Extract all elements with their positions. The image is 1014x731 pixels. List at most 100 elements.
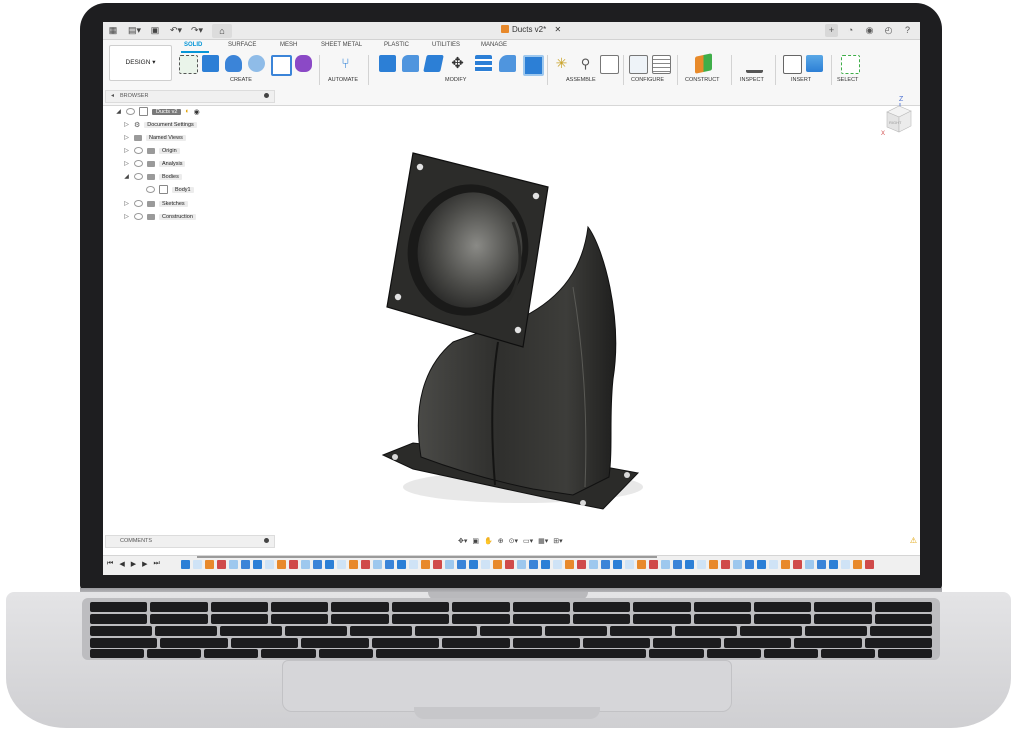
timeline-feature-icon[interactable] — [373, 560, 382, 569]
timeline-feature-icon[interactable] — [829, 560, 838, 569]
timeline-feature-icon[interactable] — [529, 560, 538, 569]
timeline-feature-icon[interactable] — [553, 560, 562, 569]
timeline-feature-icon[interactable] — [589, 560, 598, 569]
timeline-feature-icon[interactable] — [457, 560, 466, 569]
look-at-icon[interactable]: ▣ — [472, 537, 479, 545]
timeline-feature-icon[interactable] — [253, 560, 262, 569]
timeline-feature-icon[interactable] — [625, 560, 634, 569]
extrude-icon[interactable] — [202, 55, 219, 72]
tree-item-named-views[interactable]: ▷ Named Views — [123, 132, 186, 143]
browser-panel-header[interactable]: ◂ BROWSER — [105, 90, 275, 103]
visibility-icon[interactable] — [146, 186, 155, 193]
automate-icon[interactable]: ⑂ — [337, 55, 354, 72]
insert-derive-icon[interactable] — [783, 55, 802, 74]
timeline-feature-icon[interactable] — [301, 560, 310, 569]
timeline-feature-icon[interactable] — [745, 560, 754, 569]
app-grid-icon[interactable]: ▦ — [107, 25, 119, 36]
timeline-feature-icon[interactable] — [709, 560, 718, 569]
tab-utilities[interactable]: UTILITIES — [432, 42, 460, 48]
step-back-icon[interactable]: ◀ — [119, 560, 124, 568]
timeline-feature-icon[interactable] — [277, 560, 286, 569]
timeline-feature-icon[interactable] — [673, 560, 682, 569]
timeline-feature-icon[interactable] — [517, 560, 526, 569]
notifications-icon[interactable]: ◴ — [882, 24, 895, 37]
tree-item-analysis[interactable]: ▷ Analysis — [123, 158, 186, 169]
target-icon[interactable]: ◉ — [194, 108, 200, 116]
visibility-icon[interactable] — [134, 200, 143, 207]
timeline-scrollbar[interactable] — [197, 556, 657, 558]
press-pull-icon[interactable] — [379, 55, 396, 72]
timeline-feature-icon[interactable] — [265, 560, 274, 569]
workspace-switcher[interactable]: DESIGN ▾ — [109, 45, 172, 81]
timeline-feature-icon[interactable] — [361, 560, 370, 569]
timeline-feature-icon[interactable] — [397, 560, 406, 569]
tree-item-sketches[interactable]: ▷ Sketches — [123, 198, 188, 209]
timeline-feature-icon[interactable] — [817, 560, 826, 569]
expand-arrow-icon[interactable]: ▷ — [123, 213, 130, 220]
timeline-feature-icon[interactable] — [469, 560, 478, 569]
tab-sheet-metal[interactable]: SHEET METAL — [321, 42, 362, 48]
file-menu-icon[interactable]: ▤▾ — [128, 25, 141, 36]
timeline-feature-icon[interactable] — [505, 560, 514, 569]
timeline-feature-icon[interactable] — [757, 560, 766, 569]
timeline-feature-icon[interactable] — [325, 560, 334, 569]
pattern-icon[interactable] — [271, 55, 292, 76]
tab-solid[interactable]: SOLID — [184, 42, 202, 48]
select-icon[interactable] — [841, 55, 860, 74]
group-insert-label[interactable]: INSERT — [791, 77, 811, 83]
timeline-feature-icon[interactable] — [481, 560, 490, 569]
collapse-arrow-icon[interactable]: ◢ — [123, 173, 130, 180]
visibility-icon[interactable] — [134, 213, 143, 220]
as-built-joint-icon[interactable] — [600, 55, 619, 74]
group-construct-label[interactable]: CONSTRUCT — [685, 77, 720, 83]
group-select-label[interactable]: SELECT — [837, 77, 858, 83]
home-icon[interactable]: ⌂ — [212, 24, 232, 38]
hole-icon[interactable] — [248, 55, 265, 72]
orbit-icon[interactable]: ✥▾ — [458, 537, 467, 545]
configure-rows-icon[interactable] — [652, 55, 671, 74]
tab-plastic[interactable]: PLASTIC — [384, 42, 409, 48]
document-title-tab[interactable]: Ducts v2* ✕ — [501, 25, 561, 34]
expand-arrow-icon[interactable]: ▷ — [123, 121, 130, 128]
viewcube[interactable]: Z RIGHT X — [879, 94, 913, 136]
timeline-feature-icon[interactable] — [433, 560, 442, 569]
timeline-feature-icon[interactable] — [685, 560, 694, 569]
joint-icon[interactable]: ⚲ — [577, 55, 594, 72]
revolve-icon[interactable] — [225, 55, 242, 72]
tree-item-bodies[interactable]: ◢ Bodies — [123, 171, 182, 182]
move-copy-icon[interactable]: ✥ — [449, 55, 466, 72]
timeline-feature-icon[interactable] — [781, 560, 790, 569]
timeline-feature-icon[interactable] — [409, 560, 418, 569]
visibility-icon[interactable] — [134, 173, 143, 180]
timeline-feature-icon[interactable] — [577, 560, 586, 569]
comments-add-icon[interactable] — [264, 538, 269, 543]
timeline-feature-icon[interactable] — [217, 560, 226, 569]
visibility-icon[interactable] — [134, 147, 143, 154]
tree-root[interactable]: ◢ Ducts v2 ◐ ◉ — [115, 106, 200, 117]
chamfer-icon[interactable] — [423, 55, 444, 72]
undo-icon[interactable]: ↶▾ — [170, 25, 182, 36]
go-to-end-icon[interactable]: ⏭ — [153, 560, 159, 568]
new-tab-icon[interactable]: + — [825, 24, 838, 37]
timeline-feature-icon[interactable] — [241, 560, 250, 569]
shell-icon[interactable] — [499, 55, 516, 72]
display-settings-icon[interactable]: ▭▾ — [523, 537, 533, 545]
timeline-feature-icon[interactable] — [805, 560, 814, 569]
timeline-feature-icon[interactable] — [769, 560, 778, 569]
close-tab-icon[interactable]: ✕ — [554, 25, 561, 34]
job-status-icon[interactable]: ◉ — [863, 24, 876, 37]
timeline-feature-icon[interactable] — [421, 560, 430, 569]
tab-manage[interactable]: MANAGE — [481, 42, 507, 48]
step-forward-icon[interactable]: ▶ — [142, 560, 147, 568]
timeline-feature-icon[interactable] — [601, 560, 610, 569]
timeline-feature-icon[interactable] — [661, 560, 670, 569]
go-to-start-icon[interactable]: ⏮ — [107, 560, 113, 568]
create-sketch-icon[interactable] — [179, 55, 198, 74]
zoom-icon[interactable]: ⊕ — [498, 537, 504, 545]
timeline-feature-icon[interactable] — [865, 560, 874, 569]
timeline-feature-icon[interactable] — [493, 560, 502, 569]
timeline-feature-icon[interactable] — [541, 560, 550, 569]
timeline-feature-icon[interactable] — [385, 560, 394, 569]
pin-icon[interactable] — [264, 93, 269, 98]
visibility-icon[interactable] — [134, 160, 143, 167]
